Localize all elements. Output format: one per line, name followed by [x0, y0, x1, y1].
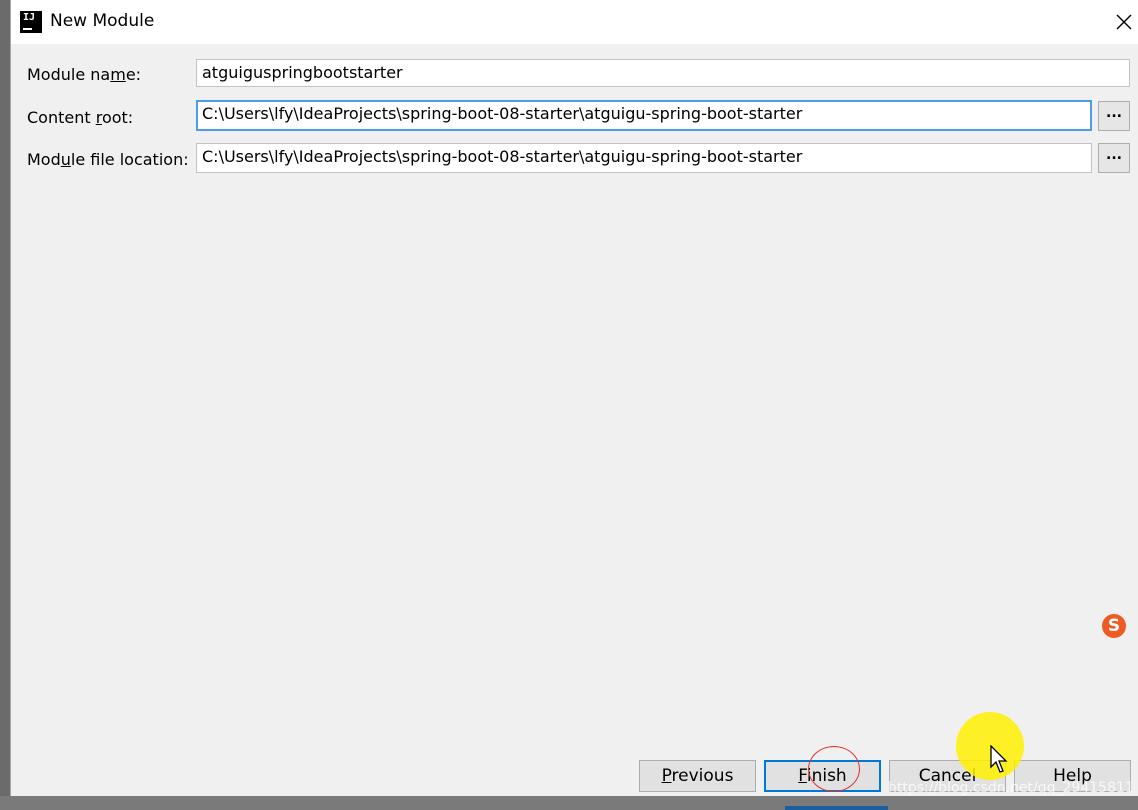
- taskbar: [0, 796, 1138, 810]
- intellij-idea-icon: IJ: [20, 11, 42, 33]
- window-title: New Module: [50, 11, 155, 31]
- module-file-location-label: Module file location:: [27, 150, 189, 169]
- annotation-circle: [808, 746, 860, 792]
- module-name-label: Module name:: [27, 65, 142, 84]
- taskbar-active-item[interactable]: [785, 806, 888, 810]
- watermark-text: https://blog.csdn.net/qq_29415811: [888, 780, 1134, 796]
- content-root-browse-button[interactable]: ...: [1098, 101, 1130, 131]
- title-bar: IJ New Module: [11, 0, 1138, 44]
- mouse-pointer-icon: [990, 745, 1008, 773]
- content-root-label: Content root:: [27, 108, 134, 127]
- sogou-ime-icon[interactable]: S: [1102, 614, 1126, 638]
- close-button[interactable]: [1109, 5, 1138, 39]
- close-icon: [1116, 14, 1132, 30]
- module-file-location-input[interactable]: C:\Users\lfy\IdeaProjects\spring-boot-08…: [196, 143, 1092, 173]
- content-root-input[interactable]: C:\Users\lfy\IdeaProjects\spring-boot-08…: [196, 100, 1092, 131]
- module-name-input[interactable]: atguiguspringbootstarter: [196, 59, 1130, 87]
- new-module-dialog: IJ New Module Module name: atguiguspring…: [10, 0, 1138, 796]
- previous-button[interactable]: Previous: [639, 760, 756, 792]
- module-file-location-browse-button[interactable]: ...: [1098, 143, 1130, 173]
